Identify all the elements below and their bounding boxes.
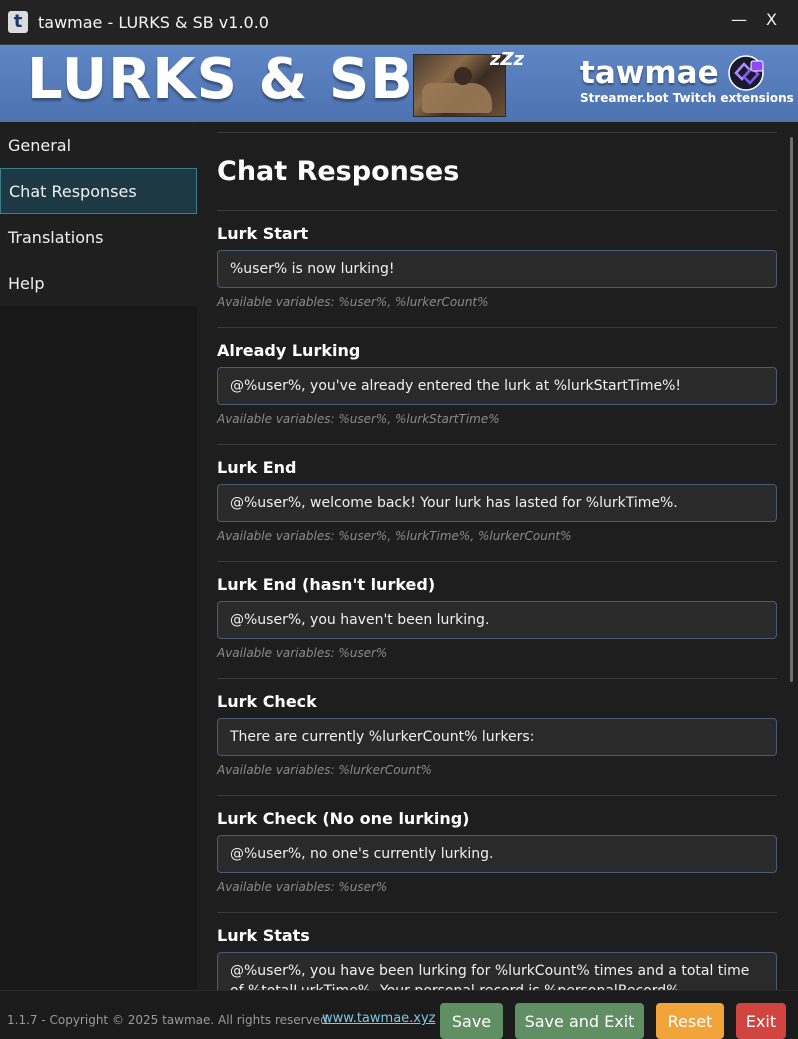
header-banner: LURKS & SB zZz tawmae Streamer.bot Twitc… [0,44,798,124]
field-label-lurk-stats: Lurk Stats [217,926,310,945]
field-label-lurk-start: Lurk Start [217,224,309,243]
copyright-text: 1.1.7 - Copyright © 2025 tawmae. All rig… [7,1013,332,1027]
field-hint: Available variables: %user% [217,646,388,660]
sidebar-item-chat-responses[interactable]: Chat Responses [0,168,197,214]
website-link[interactable]: www.tawmae.xyz [322,1011,436,1026]
sidebar: General Chat Responses Translations Help [0,122,197,990]
reset-button[interactable]: Reset [656,1003,724,1039]
divider [217,795,777,796]
field-hint: Available variables: %lurkerCount% [217,763,432,777]
field-label-lurk-end: Lurk End [217,458,297,477]
divider [217,132,777,133]
lurk-stats-input[interactable]: @%user%, you have been lurking for %lurk… [217,952,777,990]
divider [217,912,777,913]
page-title: Chat Responses [217,156,460,187]
lurk-start-input[interactable] [217,250,777,288]
banner-title: LURKS & SB [27,47,414,112]
exit-button[interactable]: Exit [736,1003,786,1039]
divider [217,678,777,679]
divider [217,444,777,445]
brand-name: tawmae [580,55,719,91]
app-icon: t [8,11,28,33]
brand-subtitle: Streamer.bot Twitch extensions [580,91,794,105]
twitch-logo-icon [728,55,764,91]
window-title: tawmae - LURKS & SB v1.0.0 [38,12,269,32]
field-label-lurk-check-no-one: Lurk Check (No one lurking) [217,809,470,828]
field-hint: Available variables: %user% [217,880,388,894]
lurk-check-no-one-input[interactable] [217,835,777,873]
already-lurking-input[interactable] [217,367,777,405]
field-hint: Available variables: %user%, %lurkTime%,… [217,529,572,543]
divider [217,210,777,211]
lurk-check-input[interactable] [217,718,777,756]
footer: 1.1.7 - Copyright © 2025 tawmae. All rig… [0,990,798,1039]
minimize-button[interactable]: — [731,10,747,29]
main-content: Chat Responses Lurk Start Available vari… [197,122,798,990]
lurk-end-input[interactable] [217,484,777,522]
field-hint: Available variables: %user%, %lurkerCoun… [217,295,489,309]
divider [217,561,777,562]
title-bar: t tawmae - LURKS & SB v1.0.0 — X [0,0,798,44]
field-label-already-lurking: Already Lurking [217,341,361,360]
field-label-lurk-end-hasnt-lurked: Lurk End (hasn't lurked) [217,575,436,594]
divider [217,327,777,328]
zzz-text: zZz [490,49,525,70]
field-label-lurk-check: Lurk Check [217,692,317,711]
field-hint: Available variables: %user%, %lurkStartT… [217,412,500,426]
scrollbar[interactable] [790,137,793,682]
sidebar-item-help[interactable]: Help [0,260,197,306]
save-and-exit-button[interactable]: Save and Exit [515,1003,644,1039]
lurk-end-hasnt-lurked-input[interactable] [217,601,777,639]
sidebar-item-general[interactable]: General [0,122,197,168]
close-button[interactable]: X [766,10,777,29]
save-button[interactable]: Save [440,1003,503,1039]
sidebar-item-translations[interactable]: Translations [0,214,197,260]
